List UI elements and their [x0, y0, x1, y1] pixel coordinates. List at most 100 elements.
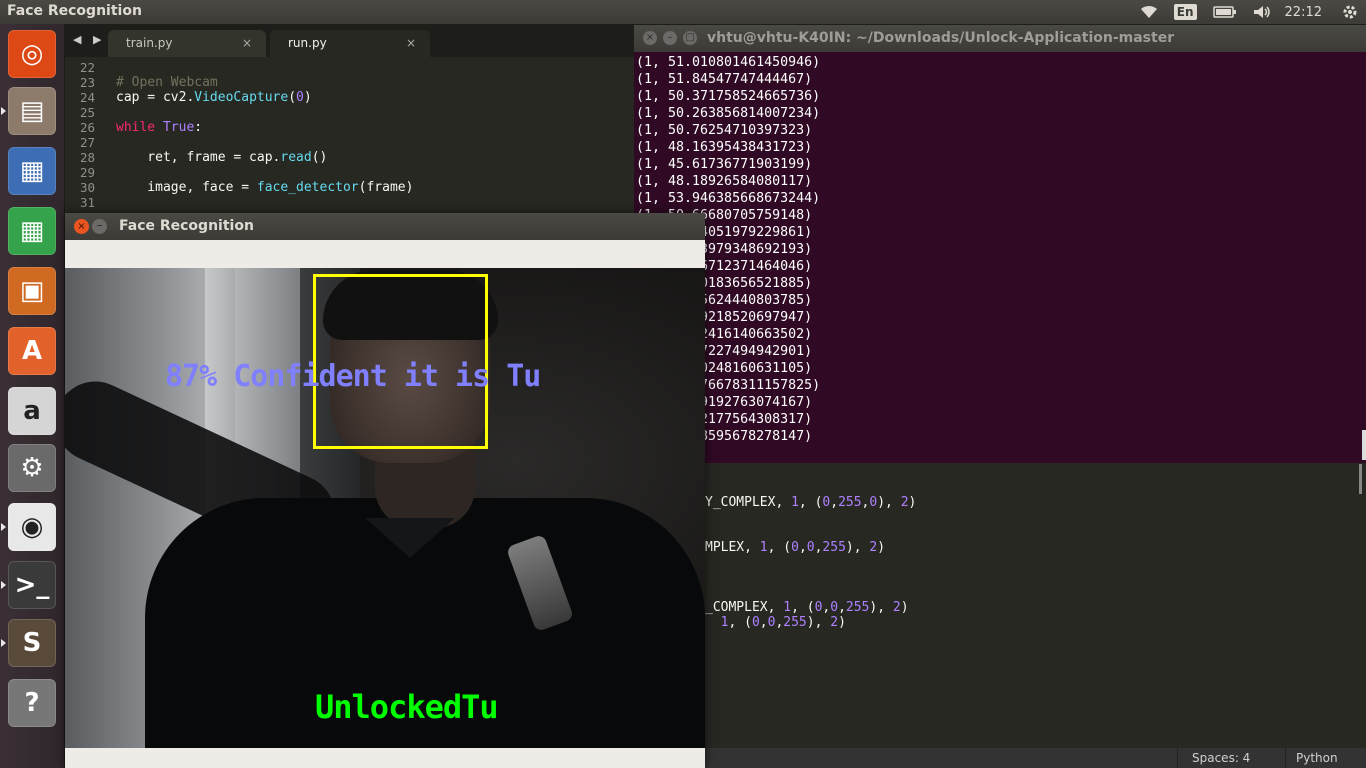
- launcher-files-icon[interactable]: ▤: [8, 87, 56, 135]
- terminal-line: (1, 50.46712371464046): [636, 259, 813, 274]
- indicator-area: En 22:12: [1132, 0, 1366, 24]
- running-indicator: [1, 581, 6, 589]
- terminal-line: (1, 49.57227494942901): [636, 344, 813, 359]
- launcher-glyph: A: [21, 336, 43, 366]
- indentation-setting[interactable]: Spaces: 4: [1177, 748, 1285, 768]
- terminal-scrollbar[interactable]: [1362, 430, 1366, 460]
- terminal-line: (1, 48.18926584080117): [636, 174, 813, 189]
- terminal-line: (1, 50.76254710397323): [636, 123, 813, 138]
- gear-icon[interactable]: [1334, 0, 1366, 24]
- face-window-titlebar[interactable]: × – Face Recognition: [65, 213, 705, 240]
- close-icon[interactable]: ×: [74, 219, 89, 234]
- terminal-line: (1, 51.010801461450946): [636, 55, 821, 70]
- webcam-frame: 87% Confident it is Tu UnlockedTu: [65, 268, 705, 748]
- unlock-status-label: UnlockedTu: [315, 688, 499, 726]
- launcher-glyph: ▦: [19, 216, 45, 246]
- line-number: 31: [79, 195, 95, 210]
- launcher-glyph: ▣: [19, 276, 45, 306]
- line-number: 29: [79, 165, 95, 180]
- terminal-titlebar[interactable]: × – □ vhtu@vhtu-K40IN: ~/Downloads/Unloc…: [634, 25, 1366, 52]
- maximize-icon[interactable]: □: [683, 31, 697, 45]
- terminal-line: (1, 50.371758524665736): [636, 89, 821, 104]
- code-line: while True:: [116, 120, 203, 135]
- launcher-chrome-icon[interactable]: ◉: [8, 503, 56, 551]
- launcher-libreoffice-calc-icon[interactable]: ▦: [8, 207, 56, 255]
- running-indicator: [1, 523, 6, 531]
- tab-label: run.py: [288, 36, 327, 50]
- syntax-setting[interactable]: Python: [1285, 748, 1366, 768]
- tab-nav-arrows[interactable]: ◀ ▶: [73, 33, 105, 46]
- line-number: 23: [79, 75, 95, 90]
- code-line: image, face = face_detector(frame): [116, 180, 414, 195]
- launcher-libreoffice-impress-icon[interactable]: ▣: [8, 267, 56, 315]
- terminal-output[interactable]: (1, 51.010801461450946) (1, 51.8454774744…: [636, 54, 1358, 445]
- launcher-glyph: ▦: [19, 156, 45, 186]
- running-indicator: [1, 107, 6, 115]
- code-line: ret, frame = cap.read(): [116, 150, 328, 165]
- launcher-ubuntu-software-icon[interactable]: A: [8, 327, 56, 375]
- launcher: ◎ ▤ ▦ ▦ ▣ Aa ⚙ ◉ >_ S?: [0, 24, 65, 768]
- line-number: 28: [79, 150, 95, 165]
- wifi-icon[interactable]: [1132, 0, 1166, 24]
- editor-scrollbar[interactable]: [1355, 464, 1366, 748]
- code-fragment: 1, (0,0,255), 2): [720, 615, 846, 630]
- terminal-line: (1, 50.02177564308317): [636, 412, 813, 427]
- launcher-glyph: S: [22, 628, 42, 658]
- launcher-glyph: a: [23, 396, 41, 426]
- close-icon[interactable]: ×: [406, 36, 416, 50]
- active-app-title: Face Recognition: [7, 3, 142, 19]
- launcher-terminal-icon[interactable]: >_: [8, 561, 56, 609]
- tab-label: train.py: [126, 36, 173, 50]
- keyboard-layout-label: En: [1173, 4, 1197, 20]
- terminal-line: (1, 52.09218520697947): [636, 310, 813, 325]
- terminal-line: (1, 50.263856814007234): [636, 106, 821, 121]
- code-line: cap = cv2.VideoCapture(0): [116, 90, 312, 105]
- launcher-libreoffice-writer-icon[interactable]: ▦: [8, 147, 56, 195]
- terminal-line: (1, 50.95624440803785): [636, 293, 813, 308]
- launcher-glyph: >_: [14, 570, 50, 600]
- terminal-line: (1, 51.84547747444467): [636, 72, 813, 87]
- launcher-glyph: ⚙: [20, 453, 44, 483]
- keyboard-icon[interactable]: En: [1166, 0, 1205, 24]
- line-number: 24: [79, 90, 95, 105]
- terminal-line: (1, 45.61736771903199): [636, 157, 813, 172]
- launcher-system-settings-icon[interactable]: ⚙: [8, 444, 56, 492]
- terminal-line: (1, 50.66680705759148): [636, 208, 813, 223]
- terminal-window[interactable]: × – □ vhtu@vhtu-K40IN: ~/Downloads/Unloc…: [634, 25, 1366, 463]
- clock[interactable]: 22:12: [1279, 0, 1334, 24]
- terminal-line: (1, 50.02416140663502): [636, 327, 813, 342]
- code-fragment: MPLEX, 1, (0,0,255), 2): [705, 540, 886, 555]
- terminal-line: (1, 51.84051979229861): [636, 225, 813, 240]
- terminal-title: vhtu@vhtu-K40IN: ~/Downloads/Unlock-Appl…: [707, 30, 1175, 46]
- terminal-line: (1, 53.946385668673244): [636, 191, 821, 206]
- confidence-label: 87% Confident it is Tu: [165, 359, 541, 394]
- line-number: 26: [79, 120, 95, 135]
- scroll-thumb[interactable]: [1359, 464, 1362, 494]
- line-number: 27: [79, 135, 95, 150]
- launcher-ubuntu-dash-icon[interactable]: ◎: [8, 30, 56, 78]
- launcher-sublime-text-icon[interactable]: S: [8, 619, 56, 667]
- close-icon[interactable]: ×: [242, 36, 252, 50]
- volume-icon[interactable]: [1245, 0, 1279, 24]
- launcher-glyph: ◉: [20, 512, 44, 542]
- terminal-line: (1, 51.18595678278147): [636, 429, 813, 444]
- terminal-line: (1, 49.70183656521885): [636, 276, 813, 291]
- line-number: 22: [79, 60, 95, 75]
- launcher-glyph: ?: [24, 688, 40, 718]
- battery-icon[interactable]: [1205, 0, 1245, 24]
- top-panel: Face Recognition En 22:12: [0, 0, 1366, 24]
- terminal-line: (1, 48.16395438431723): [636, 140, 813, 155]
- terminal-line: (1, 50.80248160631105): [636, 361, 813, 376]
- face-window-title: Face Recognition: [119, 218, 254, 234]
- face-recognition-window[interactable]: × – Face Recognition 87% Confident it is…: [65, 213, 705, 768]
- launcher-amazon-icon[interactable]: a: [8, 387, 56, 435]
- code-fragment: Y_COMPLEX, 1, (0,255,0), 2): [705, 495, 917, 510]
- code-line: # Open Webcam: [116, 75, 218, 90]
- line-number: 25: [79, 105, 95, 120]
- minimize-icon[interactable]: –: [92, 219, 107, 234]
- minimize-icon[interactable]: –: [663, 31, 677, 45]
- launcher-help-icon[interactable]: ?: [8, 679, 56, 727]
- tab-train-py[interactable]: train.py ×: [108, 30, 266, 57]
- tab-run-py[interactable]: run.py ×: [270, 30, 430, 57]
- close-icon[interactable]: ×: [643, 31, 657, 45]
